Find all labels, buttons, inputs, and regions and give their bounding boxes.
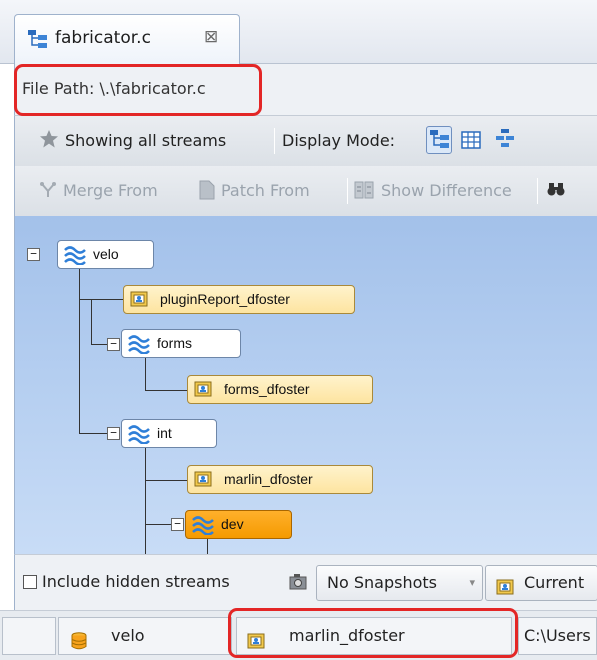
binoculars-icon[interactable] [547,181,565,201]
tree-connector [79,299,123,300]
action-toolbar: Merge From Patch From Show Difference [14,166,597,218]
highlight-box-file-path [14,64,262,116]
table-mode-button[interactable] [461,130,481,154]
workspace-icon [194,470,212,497]
snapshot-icon [289,573,307,595]
toolbar-separator [274,128,275,154]
chevron-down-icon: ▾ [469,576,475,589]
patch-icon [199,180,215,204]
collapse-forms-toggle[interactable]: − [107,338,120,351]
editor-tab-strip: fabricator.c ⊠ [0,0,597,66]
stream-icon [128,334,150,363]
tree-connector [145,390,187,391]
workspace-label: pluginReport_dfoster [160,291,290,307]
workspace-label: forms_dfoster [224,381,310,397]
status-path-cell: C:\Users [518,617,597,655]
options-row: Include hidden streams No Snapshots ▾ Cu… [14,554,597,610]
stream-node-int[interactable]: int [121,419,217,448]
stream-node-velo[interactable]: velo [57,240,154,269]
display-mode-label: Display Mode: [282,131,396,150]
stream-browser-icon [27,29,49,55]
stream-label: dev [221,516,244,532]
show-difference-icon [354,180,374,204]
include-hidden-checkbox[interactable] [23,575,37,589]
workspace-node-forms-dfoster[interactable]: forms_dfoster [187,375,373,404]
stream-icon [192,515,214,544]
tree-connector [145,524,171,525]
view-toolbar: Showing all streams Display Mode: [14,116,597,168]
toolbar-separator [347,178,348,204]
tab-fabricator[interactable]: fabricator.c ⊠ [14,14,240,66]
stream-label: forms [157,335,192,351]
snapshots-dropdown[interactable]: No Snapshots ▾ [316,565,483,601]
stream-label: velo [93,246,119,262]
tree-connector [145,448,146,554]
workspace-node-pluginreport[interactable]: pluginReport_dfoster [123,285,355,314]
close-icon[interactable]: ⊠ [204,27,218,47]
star-icon [39,129,59,153]
status-stream-label: velo [111,626,145,645]
tree-connector [79,261,80,433]
toolbar-separator [537,178,538,204]
workspace-icon [496,574,514,600]
workspace-label: marlin_dfoster [224,471,313,487]
stream-icon [64,245,86,274]
workspace-icon [194,380,212,407]
patch-from-button[interactable]: Patch From [221,181,310,200]
tab-label: fabricator.c [55,28,151,48]
showing-streams-button[interactable]: Showing all streams [65,131,226,150]
collapse-dev-toggle[interactable]: − [171,518,184,531]
merge-icon [39,181,57,203]
status-path-label: C:\Users [524,626,591,645]
highlight-box-workspace [228,608,518,658]
tree-connector [79,433,107,434]
collapse-velo-toggle[interactable]: − [27,248,40,261]
collapse-int-toggle[interactable]: − [107,427,120,440]
depot-icon [71,627,87,654]
current-time-dropdown[interactable]: Current [485,565,597,601]
stream-node-dev[interactable]: dev [185,510,292,539]
snapshots-value: No Snapshots [327,573,437,592]
include-hidden-label: Include hidden streams [42,572,230,591]
tree-mode-button[interactable] [426,126,452,154]
stream-tree-canvas[interactable]: − − − − velo pluginReport_dfoster forms … [14,216,597,554]
current-value: Current [524,573,585,592]
tree-connector [145,480,187,481]
workspace-node-marlin-dfoster[interactable]: marlin_dfoster [187,465,373,494]
tree-connector [91,299,92,344]
timeline-mode-button[interactable] [494,128,516,154]
merge-from-button[interactable]: Merge From [63,181,158,200]
stream-label: int [157,425,172,441]
tree-connector [91,344,107,345]
status-cell-empty [2,617,56,655]
status-stream-cell[interactable]: velo [58,617,232,655]
stream-node-forms[interactable]: forms [121,329,241,358]
stream-icon [128,424,150,453]
workspace-icon [130,290,148,317]
show-difference-button[interactable]: Show Difference [381,181,512,200]
